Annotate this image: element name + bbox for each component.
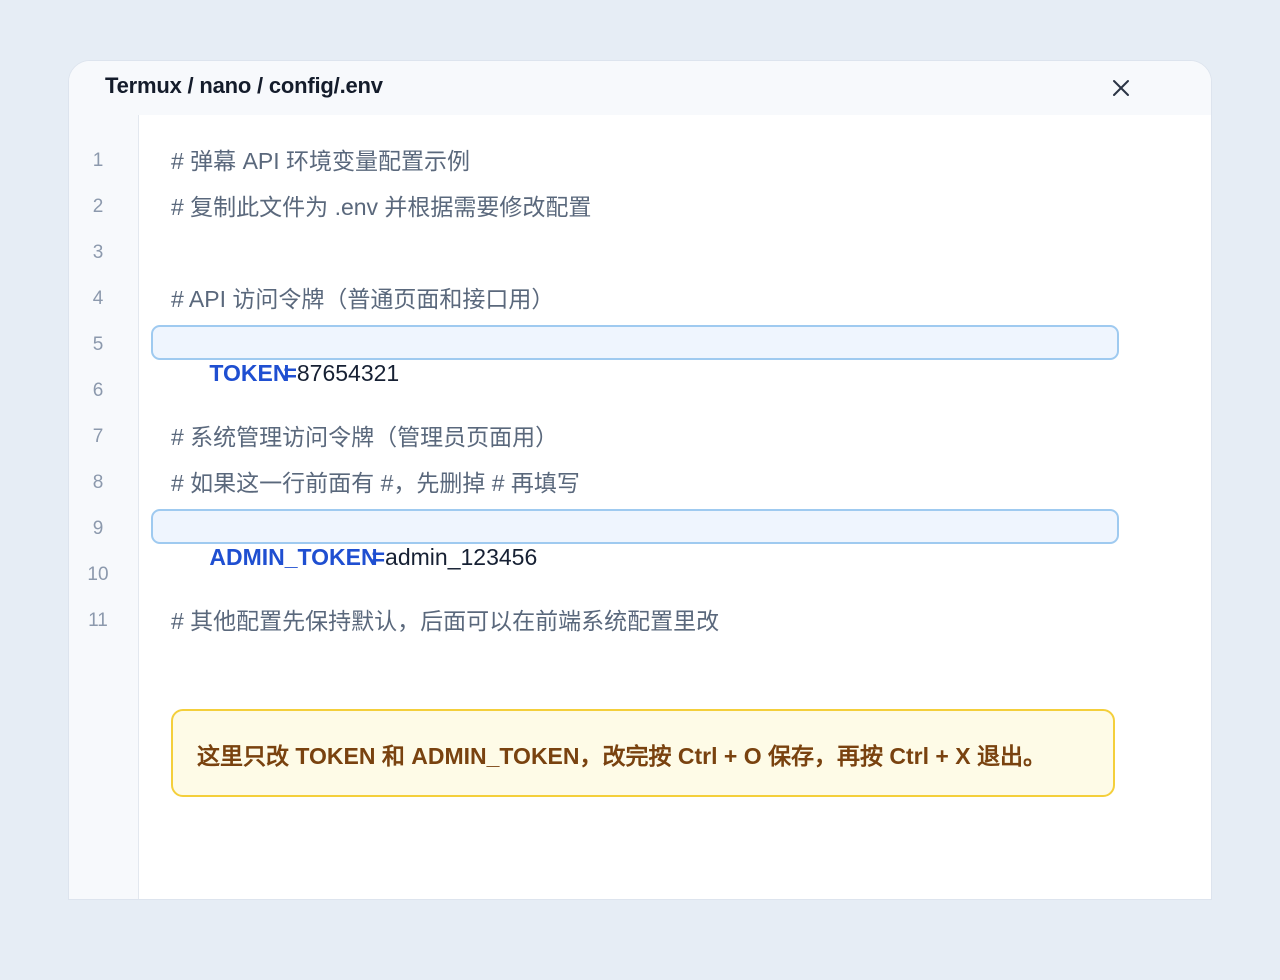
line-number: 10: [87, 564, 109, 585]
equals-sign: =: [371, 544, 386, 570]
code-line-comment[interactable]: # 如果这一行前面有 #，先删掉 # 再填写: [171, 468, 580, 498]
line-number: 8: [92, 472, 104, 493]
line-number: 1: [92, 150, 104, 171]
notice-text: 这里只改 TOKEN 和 ADMIN_TOKEN，改完按 Ctrl + O 保存…: [197, 743, 1046, 769]
line-number: 4: [92, 288, 104, 309]
admin-token-key: ADMIN_TOKEN: [209, 544, 378, 570]
line-number: 9: [92, 518, 104, 539]
window-title: Termux / nano / config/.env: [105, 73, 383, 98]
admin-token-line[interactable]: ADMIN_TOKEN=admin_123456: [171, 512, 537, 602]
line-number: 6: [92, 380, 104, 401]
editor-area[interactable]: 1 2 3 4 5 6 7 8 9 10 11 # 弹幕 API 环境变量配置示…: [69, 115, 1211, 899]
code-line-comment[interactable]: # API 访问令牌（普通页面和接口用）: [171, 284, 554, 314]
line-number: 5: [92, 334, 104, 355]
instruction-notice: 这里只改 TOKEN 和 ADMIN_TOKEN，改完按 Ctrl + O 保存…: [171, 709, 1115, 797]
code-line-comment[interactable]: # 复制此文件为 .env 并根据需要修改配置: [171, 192, 591, 222]
close-button[interactable]: [1107, 74, 1135, 102]
close-icon: [1113, 80, 1129, 96]
line-number: 2: [92, 196, 104, 217]
admin-token-value[interactable]: admin_123456: [385, 544, 537, 570]
code-line-comment[interactable]: # 系统管理访问令牌（管理员页面用）: [171, 422, 558, 452]
equals-sign: =: [283, 360, 297, 386]
token-key: TOKEN: [209, 360, 290, 386]
editor-window: Termux / nano / config/.env 1 2 3 4 5 6 …: [68, 60, 1212, 900]
code-line-comment[interactable]: # 弹幕 API 环境变量配置示例: [171, 146, 470, 176]
line-number: 11: [88, 610, 108, 631]
token-value[interactable]: 87654321: [297, 360, 399, 386]
token-line[interactable]: TOKEN=87654321: [171, 328, 399, 418]
line-number-gutter: 1 2 3 4 5 6 7 8 9 10 11: [69, 115, 139, 899]
line-number: 7: [92, 426, 104, 447]
line-number: 3: [92, 242, 104, 263]
code-line-comment[interactable]: # 其他配置先保持默认，后面可以在前端系统配置里改: [171, 606, 719, 636]
title-bar: Termux / nano / config/.env: [69, 61, 1211, 115]
